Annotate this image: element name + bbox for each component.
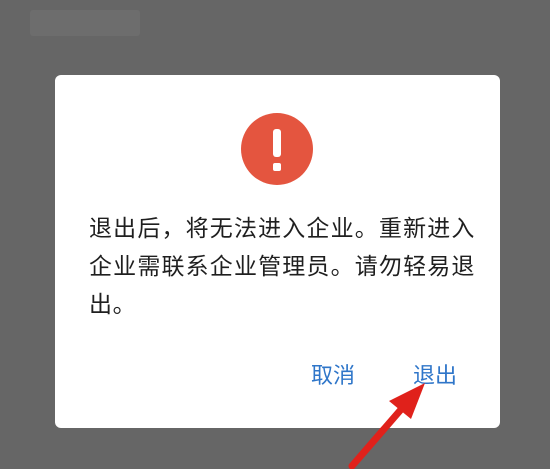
cancel-button[interactable]: 取消 (311, 360, 355, 394)
exit-button[interactable]: 退出 (413, 360, 457, 394)
exit-confirm-dialog: 退出后，将无法进入企业。重新进入企业需联系企业管理员。请勿轻易退出。 取消 退出 (55, 75, 500, 428)
dialog-message: 退出后，将无法进入企业。重新进入企业需联系企业管理员。请勿轻易退出。 (89, 216, 475, 318)
exclamation-icon (241, 113, 313, 185)
exclamation-glyph (273, 129, 281, 171)
